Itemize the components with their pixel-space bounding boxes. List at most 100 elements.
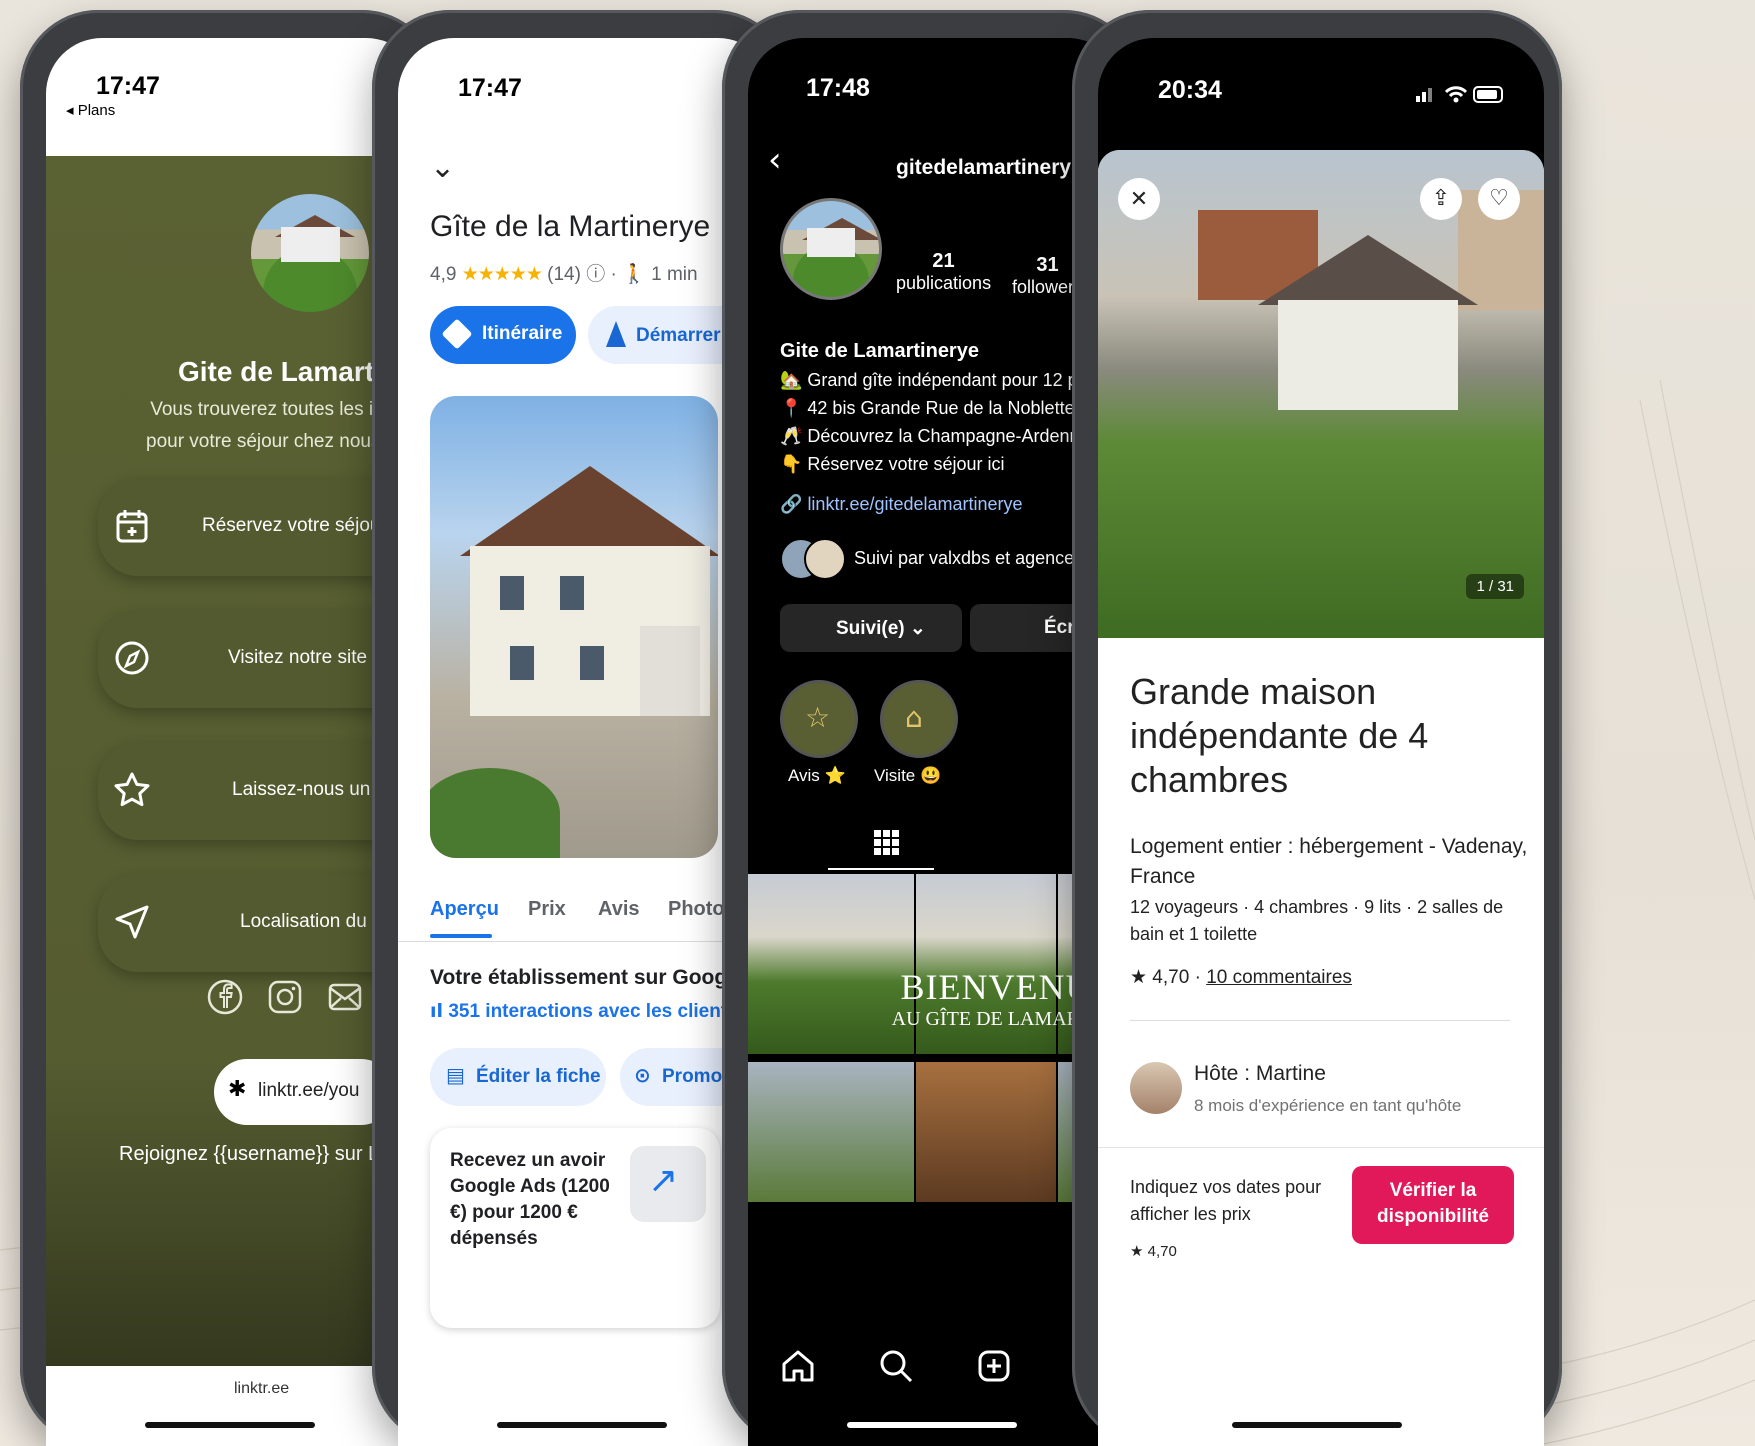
host-avatar[interactable]: [1130, 1062, 1182, 1114]
photo-counter: 1 / 31: [1466, 574, 1524, 599]
bio-link[interactable]: 🔗 linktr.ee/gitedelamartinerye: [780, 494, 1023, 515]
dates-prompt: Indiquez vos dates pour afficher les pri…: [1130, 1177, 1322, 1224]
listing-title: Grande maison indépendante de 4 chambres: [1130, 671, 1429, 800]
add-post-icon[interactable]: [974, 1346, 1014, 1386]
star-icon: ☆: [805, 701, 831, 734]
home-indicator: [145, 1422, 315, 1428]
profile-avatar[interactable]: [780, 198, 882, 300]
info-icon[interactable]: ⓘ: [586, 263, 605, 285]
edit-listing-chip[interactable]: ▤ Éditer la fiche: [430, 1048, 606, 1106]
following-button[interactable]: Suivi(e) ⌄: [780, 604, 962, 652]
active-tab-indicator: [430, 934, 492, 938]
place-rating: 4,9 ★★★★★ (14) ⓘ · 🚶 1 min: [430, 263, 698, 285]
place-title: Gîte de la Martinerye: [430, 210, 711, 243]
status-time: 17:47: [458, 74, 522, 102]
linktree-screen: 17:47 ◂ Plans Gite de Lamartinerye Vous …: [46, 38, 422, 1446]
follower-avatar: [804, 538, 846, 580]
post-thumbnail[interactable]: [748, 1062, 914, 1202]
bar-chart-icon: ıl: [430, 1000, 444, 1022]
reviews-link[interactable]: 10 commentaires: [1206, 967, 1352, 988]
home-icon[interactable]: [778, 1346, 818, 1386]
maps-screen: 17:47 ⌄ Gîte de la Martinerye 4,9 ★★★★★ …: [398, 38, 774, 1446]
bio-line: 👇 Réservez votre séjour ici: [780, 454, 1005, 474]
listing-photo[interactable]: [1098, 150, 1544, 638]
promote-icon: ⊙: [634, 1063, 651, 1087]
collapse-chevron-icon[interactable]: ⌄: [430, 150, 455, 185]
mail-icon[interactable]: [326, 978, 364, 1016]
directions-icon: [441, 318, 473, 350]
linktree-logo-icon: ✱: [228, 1077, 247, 1102]
home-indicator: [497, 1422, 667, 1428]
send-icon: [115, 905, 149, 939]
bio-line: 🏡 Grand gîte indépendant pour 12 pers: [780, 370, 1103, 390]
storefront-icon: ▤: [446, 1063, 465, 1087]
status-bar: 17:47 ◂ Plans: [46, 38, 422, 156]
ads-promo-card[interactable]: Recevez un avoir Google Ads (1200 €) pou…: [430, 1128, 720, 1328]
post-thumbnail[interactable]: [916, 1062, 1056, 1202]
listing-rating: ★ 4,70 · 10 commentaires: [1130, 966, 1352, 989]
posts-label: publications: [896, 273, 992, 293]
bio-line: 🥂 Découvrez la Champagne-Ardennes: [780, 426, 1099, 446]
grid-icon[interactable]: [846, 824, 926, 864]
itinerary-label: Itinéraire: [482, 323, 563, 344]
compass-icon: [115, 641, 149, 675]
divider: [1130, 1020, 1510, 1021]
browser-url-bar[interactable]: linktr.ee: [46, 1366, 422, 1446]
heart-icon[interactable]: ♡: [1478, 178, 1520, 220]
review-count[interactable]: (14): [547, 264, 581, 285]
home-indicator: [847, 1422, 1017, 1428]
followed-by-text: Suivi par valxdbs et agence.v: [854, 548, 1089, 568]
business-section-title: Votre établissement sur Google: [430, 966, 745, 989]
tab-reviews[interactable]: Avis: [598, 898, 640, 921]
bio-link-text: linktr.ee/gitedelamartinerye: [807, 494, 1023, 514]
place-photo[interactable]: [430, 396, 718, 858]
listing-sheet: ✕ ⇪ ♡ 1 / 31 Grande maison indépendante …: [1098, 150, 1544, 1446]
highlight-reviews[interactable]: ☆: [780, 680, 858, 758]
star-icon: [114, 772, 150, 807]
pill-text: linktr.ee/you: [258, 1080, 360, 1101]
status-icons: [1416, 86, 1503, 103]
back-arrow-icon[interactable]: ‹: [768, 140, 782, 180]
highlight-label: Visite 😃: [874, 766, 942, 785]
facebook-icon[interactable]: [206, 978, 244, 1016]
navigation-arrow-icon: [606, 321, 626, 347]
back-to-app[interactable]: ◂ Plans: [66, 101, 115, 119]
listing-capacity: 12 voyageurs · 4 chambres · 9 lits · 2 s…: [1130, 897, 1504, 944]
rating-stars: ★★★★★: [461, 264, 543, 285]
itinerary-button[interactable]: Itinéraire: [430, 306, 576, 364]
interactions-text: 351 interactions avec les clients: [448, 1001, 738, 1022]
following-label: Suivi(e) ⌄: [836, 618, 926, 639]
host-experience: 8 mois d'expérience en tant qu'hôte: [1194, 1096, 1462, 1115]
cta-label: Vérifier la disponibilité: [1377, 1180, 1489, 1227]
calendar-icon: [116, 510, 148, 543]
start-label: Démarrer: [636, 325, 721, 346]
tab-overview[interactable]: Aperçu: [430, 898, 499, 921]
check-availability-button[interactable]: Vérifier la disponibilité: [1352, 1166, 1514, 1244]
close-icon[interactable]: ✕: [1118, 178, 1160, 220]
footer-rating: ★ 4,70: [1130, 1243, 1177, 1260]
instagram-icon[interactable]: [266, 978, 304, 1016]
posts-stat[interactable]: 21 publications: [896, 250, 991, 294]
interactions-link[interactable]: ıl 351 interactions avec les clients: [430, 1000, 738, 1023]
home-icon: ⌂: [905, 701, 923, 734]
chip-label: Éditer la fiche: [476, 1066, 601, 1087]
linktree-cta-pill[interactable]: ✱ linktr.ee/you: [214, 1059, 394, 1125]
grid-tab-indicator: [828, 868, 934, 870]
tab-prices[interactable]: Prix: [528, 898, 566, 921]
rating-value: 4,9: [430, 264, 457, 285]
posts-count: 21: [932, 250, 955, 272]
highlight-visit[interactable]: ⌂: [880, 680, 958, 758]
phone-airbnb: 20:34 ✕ ⇪ ♡ 1 / 31 Grande maison indépen…: [1072, 10, 1562, 1446]
booking-footer: Indiquez vos dates pour afficher les pri…: [1098, 1148, 1544, 1446]
profile-name: Gite de Lamartinerye: [780, 340, 979, 362]
trending-up-icon: ↗: [648, 1160, 679, 1201]
airbnb-screen: 20:34 ✕ ⇪ ♡ 1 / 31 Grande maison indépen…: [1098, 38, 1544, 1446]
bio-line: 📍 42 bis Grande Rue de la Noblette à V: [780, 398, 1107, 418]
search-icon[interactable]: [876, 1346, 916, 1386]
share-icon[interactable]: ⇪: [1420, 178, 1462, 220]
divider: [398, 941, 774, 942]
home-indicator: [1232, 1422, 1402, 1428]
status-time: 20:34: [1158, 76, 1222, 104]
host-name: Hôte : Martine: [1194, 1062, 1326, 1085]
promo-text: Recevez un avoir Google Ads (1200 €) pou…: [450, 1150, 610, 1249]
